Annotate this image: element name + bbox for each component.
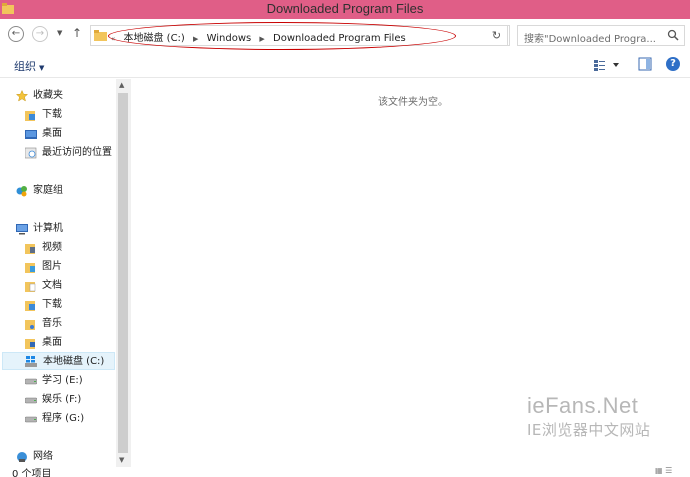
documents-folder-icon bbox=[25, 282, 36, 292]
search-icon bbox=[667, 29, 679, 41]
sidebar-item-label: 网络 bbox=[33, 451, 53, 462]
computer-icon bbox=[16, 224, 28, 235]
sidebar-item-label: 程序 (G:) bbox=[42, 413, 85, 424]
status-bar: 0 个项目 ▦ ☰ bbox=[0, 466, 690, 477]
up-arrow-icon: ↑ bbox=[72, 26, 83, 40]
sidebar-item-label: 桌面 bbox=[42, 337, 62, 348]
navigation-pane: 收藏夹 下载 桌面 最近访问的位置 家庭组 计算机 视频 图片 文档 下载 音乐 bbox=[0, 79, 131, 467]
sidebar-item-label: 视频 bbox=[42, 242, 62, 253]
pictures-folder-icon bbox=[25, 263, 35, 273]
breadcrumb-overflow[interactable]: « bbox=[111, 35, 115, 43]
chevron-down-icon: ▼ bbox=[57, 29, 63, 37]
sidebar-item-label: 学习 (E:) bbox=[42, 375, 83, 386]
up-button[interactable]: ↑ bbox=[72, 26, 82, 40]
scroll-up-icon[interactable]: ▲ bbox=[119, 81, 124, 89]
breadcrumb-item-windows[interactable]: Windows bbox=[207, 33, 252, 44]
sidebar-item-label: 下载 bbox=[42, 299, 62, 310]
sidebar-item-label: 最近访问的位置 bbox=[42, 147, 112, 158]
sidebar-item-label: 收藏夹 bbox=[33, 90, 63, 101]
title-bar[interactable]: Downloaded Program Files bbox=[0, 0, 690, 19]
sidebar-scrollbar[interactable]: ▲ ▼ bbox=[116, 79, 130, 467]
windows-drive-icon bbox=[25, 356, 37, 367]
drive-icon bbox=[25, 416, 37, 423]
search-placeholder: 搜索"Downloaded Progra... bbox=[524, 34, 656, 45]
watermark-logo: ieFans.Net bbox=[527, 393, 639, 418]
organize-button[interactable]: 组织 ▼ bbox=[14, 58, 44, 74]
item-count: 0 个项目 bbox=[12, 469, 52, 477]
breadcrumb-item-downloaded-program-files[interactable]: Downloaded Program Files bbox=[273, 33, 406, 44]
preview-pane-icon[interactable] bbox=[638, 57, 652, 71]
sidebar-item-label: 娱乐 (F:) bbox=[42, 394, 82, 405]
desktop-folder-icon bbox=[25, 339, 35, 349]
sidebar-item-label: 桌面 bbox=[42, 128, 62, 139]
star-icon bbox=[16, 90, 28, 102]
sidebar-item-label: 家庭组 bbox=[33, 185, 63, 196]
homegroup-icon bbox=[16, 186, 27, 197]
sidebar-item-label: 计算机 bbox=[33, 223, 63, 234]
drive-icon bbox=[25, 397, 37, 404]
forward-arrow-icon: → bbox=[35, 28, 45, 39]
recent-locations-button[interactable]: ▼ bbox=[57, 29, 62, 37]
sidebar-item-label: 文档 bbox=[42, 280, 62, 291]
refresh-button[interactable]: ↻ bbox=[486, 25, 508, 46]
sidebar-item-label: 本地磁盘 (C:) bbox=[43, 356, 105, 367]
change-view-button[interactable] bbox=[592, 57, 622, 73]
breadcrumb: « 本地磁盘 (C:) ▶ Windows ▶ Downloaded Progr… bbox=[111, 29, 411, 44]
address-bar[interactable]: « 本地磁盘 (C:) ▶ Windows ▶ Downloaded Progr… bbox=[90, 25, 510, 46]
videos-folder-icon bbox=[25, 244, 35, 254]
music-folder-icon bbox=[25, 320, 35, 330]
drive-icon bbox=[25, 378, 37, 385]
recent-places-icon bbox=[25, 147, 37, 159]
sidebar-item-label: 音乐 bbox=[42, 318, 62, 329]
scroll-thumb[interactable] bbox=[118, 93, 128, 453]
watermark-subtitle: IE浏览器中文网站 bbox=[527, 421, 651, 439]
desktop-icon bbox=[25, 130, 37, 139]
scroll-down-icon[interactable]: ▼ bbox=[119, 456, 124, 464]
empty-folder-message: 该文件夹为空。 bbox=[378, 97, 448, 108]
downloads-folder-icon bbox=[25, 111, 35, 121]
refresh-icon: ↻ bbox=[491, 29, 502, 42]
command-bar: 组织 ▼ ? bbox=[0, 52, 690, 78]
forward-button[interactable]: → bbox=[32, 26, 48, 42]
folder-icon bbox=[94, 30, 107, 41]
breadcrumb-separator-icon[interactable]: ▶ bbox=[193, 35, 198, 43]
network-icon bbox=[17, 452, 27, 462]
breadcrumb-separator-icon[interactable]: ▶ bbox=[259, 35, 264, 43]
back-arrow-icon: ← bbox=[11, 28, 21, 39]
chevron-down-icon: ▼ bbox=[39, 64, 45, 72]
help-icon: ? bbox=[670, 58, 676, 69]
back-button[interactable]: ← bbox=[8, 26, 24, 42]
breadcrumb-item-drive-c[interactable]: 本地磁盘 (C:) bbox=[123, 33, 184, 44]
sidebar-item-label: 图片 bbox=[42, 261, 62, 272]
status-view-icons[interactable]: ▦ ☰ bbox=[655, 466, 672, 475]
organize-label: 组织 bbox=[14, 60, 36, 73]
sidebar-item-label: 下载 bbox=[42, 109, 62, 120]
help-button[interactable]: ? bbox=[666, 57, 680, 71]
navigation-bar: ← → ▼ ↑ « 本地磁盘 (C:) ▶ Windows ▶ Download… bbox=[0, 19, 690, 52]
sidebar-item-local-disk-c[interactable]: 本地磁盘 (C:) bbox=[2, 352, 115, 370]
search-box[interactable]: 搜索"Downloaded Progra... bbox=[517, 25, 685, 46]
window-title: Downloaded Program Files bbox=[266, 1, 424, 16]
downloads-folder-icon bbox=[25, 301, 35, 311]
